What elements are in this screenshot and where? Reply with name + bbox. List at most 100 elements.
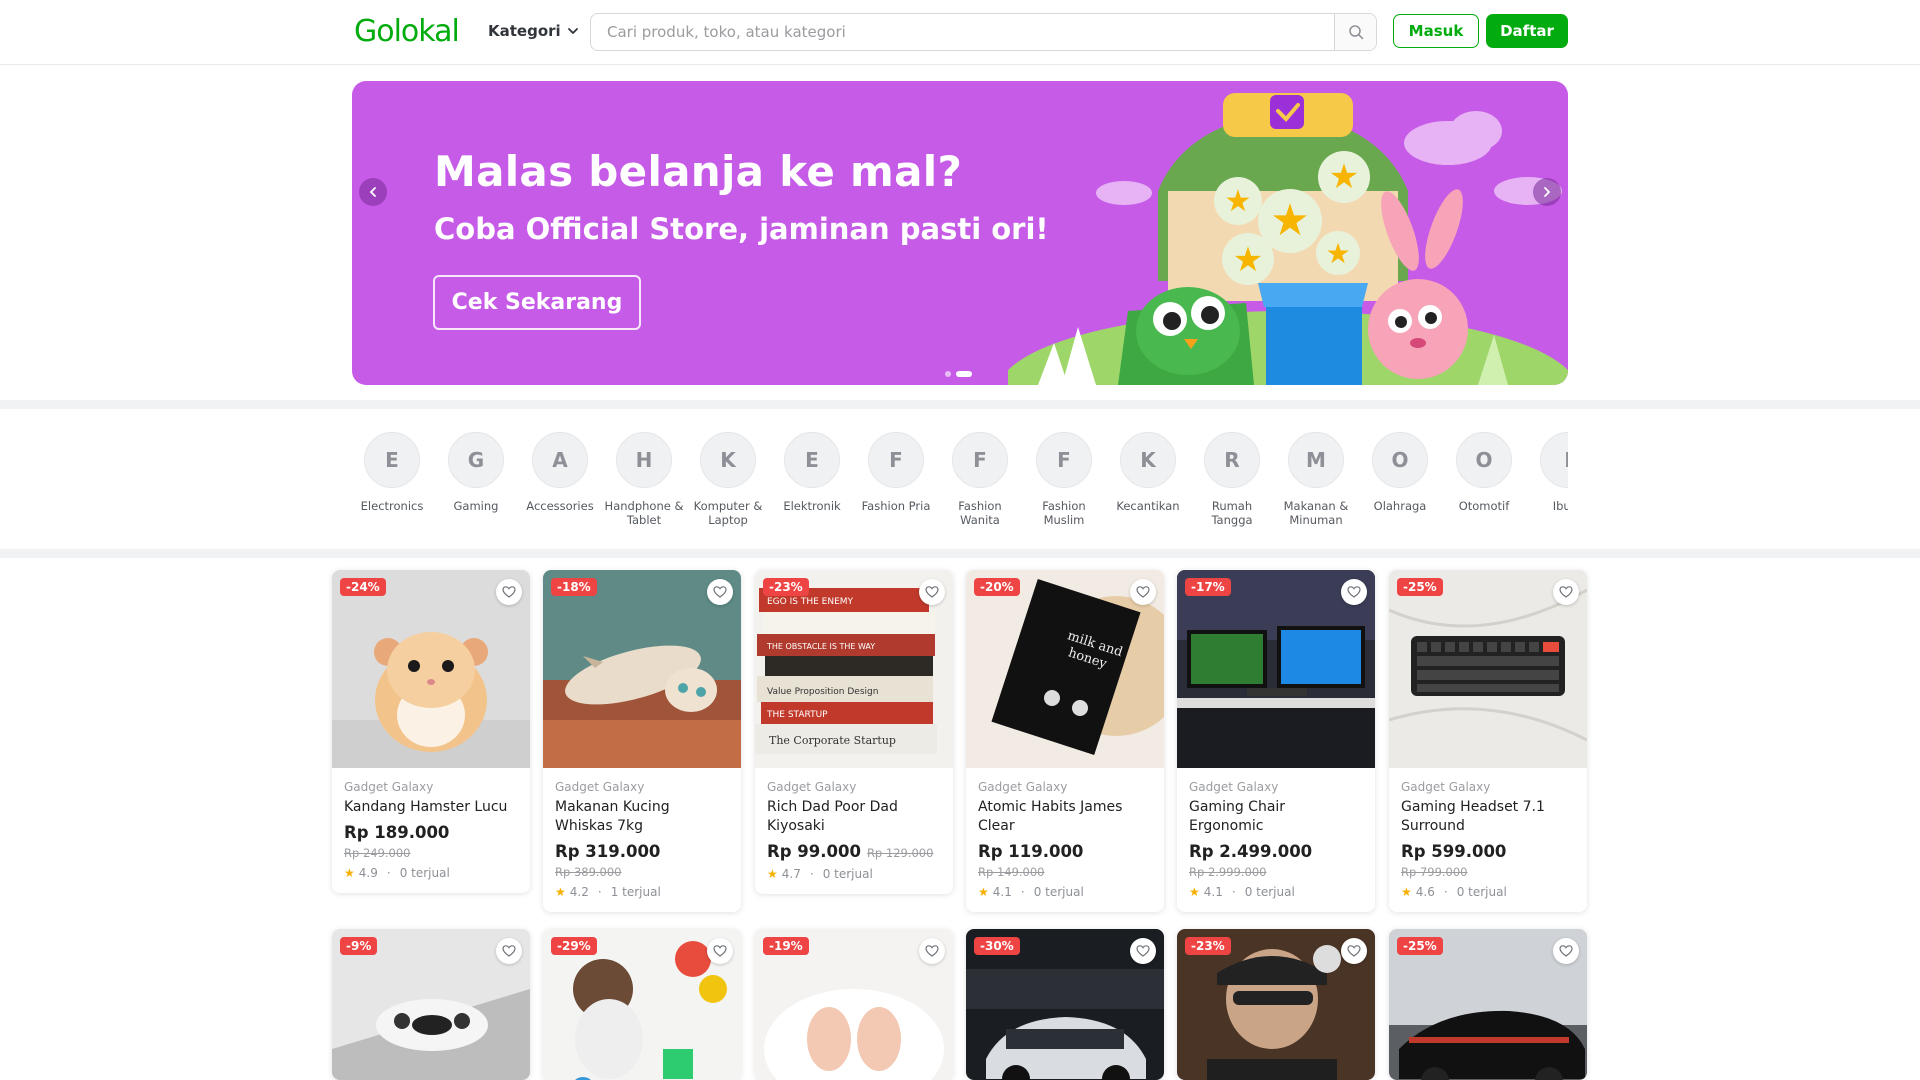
product-name[interactable]: Atomic Habits James Clear (978, 798, 1152, 836)
promo-banner[interactable]: ★ ★ ★ ★ ★ Malas belanja ke mal? Coba Off… (352, 81, 1568, 385)
category-item[interactable]: F Fashion Muslim (1022, 432, 1106, 527)
wishlist-button[interactable] (496, 938, 522, 964)
product-card[interactable]: -29% (543, 929, 741, 1080)
product-card[interactable]: -30% (966, 929, 1164, 1080)
separator-dot: · (1231, 885, 1236, 899)
wishlist-button[interactable] (707, 579, 733, 605)
product-card[interactable]: -18% Gadget Galaxy Makanan Kucing Whiskas … (543, 570, 741, 912)
category-item[interactable]: A Accessories (518, 432, 602, 513)
heart-icon (925, 586, 939, 598)
banner-next-button[interactable] (1533, 178, 1561, 206)
star-icon: ★ (1189, 885, 1200, 899)
product-image[interactable]: -29% (543, 929, 741, 1080)
product-card[interactable]: EGO IS THE ENEMY THE OBSTACLE IS THE WAY V… (755, 570, 953, 894)
shop-name[interactable]: Gadget Galaxy (555, 780, 729, 794)
search-input[interactable] (591, 14, 1334, 50)
site-logo[interactable]: Golokal (354, 14, 460, 49)
banner-dot-active[interactable] (956, 371, 972, 377)
category-label: Olahraga (1373, 499, 1427, 513)
chevron-left-icon (369, 187, 376, 197)
wishlist-button[interactable] (1130, 938, 1156, 964)
separator-dot: · (1020, 885, 1025, 899)
product-image[interactable]: -19% (755, 929, 953, 1080)
wishlist-button[interactable] (919, 579, 945, 605)
category-item[interactable]: F Fashion Wanita (938, 432, 1022, 527)
product-image[interactable]: -30% (966, 929, 1164, 1080)
product-card[interactable]: -17% Gadget Galaxy Gaming Chair Ergonomic R… (1177, 570, 1375, 912)
svg-text:★: ★ (1325, 237, 1350, 270)
wishlist-button[interactable] (1130, 579, 1156, 605)
login-button[interactable]: Masuk (1393, 14, 1479, 48)
category-item[interactable]: O Otomotif (1442, 432, 1526, 513)
shop-name[interactable]: Gadget Galaxy (767, 780, 941, 794)
category-item[interactable]: H Handphone & Tablet (602, 432, 686, 527)
heart-icon (713, 586, 727, 598)
product-card[interactable]: -23% (1177, 929, 1375, 1080)
sold-count: 0 terjual (1456, 885, 1507, 899)
search-button[interactable] (1334, 14, 1376, 50)
banner-dot[interactable] (945, 371, 951, 377)
star-icon: ★ (978, 885, 989, 899)
banner-title: Malas belanja ke mal? (434, 147, 963, 196)
wishlist-button[interactable] (919, 938, 945, 964)
product-card[interactable]: -24% Gadget Galaxy Kandang Hamster Lucu Rp … (332, 570, 530, 893)
discount-badge: -30% (974, 937, 1020, 955)
heart-icon (1136, 945, 1150, 957)
rating-value: 4.2 (569, 885, 589, 899)
kategori-label: Kategori (488, 22, 561, 40)
wishlist-button[interactable] (1553, 579, 1579, 605)
wishlist-button[interactable] (707, 938, 733, 964)
category-item[interactable]: F Fashion Pria (854, 432, 938, 513)
product-image[interactable]: milk and honey -20% (966, 570, 1164, 768)
wishlist-button[interactable] (1341, 579, 1367, 605)
separator-dot: · (809, 867, 814, 881)
product-card[interactable]: -25% (1389, 929, 1587, 1080)
product-card[interactable]: -25% Gadget Galaxy Gaming Headset 7.1 Surr… (1389, 570, 1587, 912)
product-image[interactable]: -25% (1389, 570, 1587, 768)
category-label: Kecantikan (1116, 499, 1180, 513)
product-card[interactable]: -19% (755, 929, 953, 1080)
category-item[interactable]: G Gaming (434, 432, 518, 513)
product-image[interactable]: -25% (1389, 929, 1587, 1080)
rating-value: 4.9 (358, 866, 378, 880)
shop-name[interactable]: Gadget Galaxy (1401, 780, 1575, 794)
category-item[interactable]: O Olahraga (1358, 432, 1442, 513)
product-card[interactable]: milk and honey -20% Gadget Galaxy Atomic Hab… (966, 570, 1164, 912)
category-item[interactable]: E Electronics (352, 432, 434, 513)
wishlist-button[interactable] (496, 579, 522, 605)
shop-name[interactable]: Gadget Galaxy (1189, 780, 1363, 794)
banner-prev-button[interactable] (359, 178, 387, 206)
category-item[interactable]: E Elektronik (770, 432, 854, 513)
product-name[interactable]: Rich Dad Poor Dad Kiyosaki (767, 798, 941, 836)
category-label: Accessories (526, 499, 594, 513)
category-item[interactable]: M Makanan & Minuman (1274, 432, 1358, 527)
product-name[interactable]: Makanan Kucing Whiskas 7kg (555, 798, 729, 836)
shop-name[interactable]: Gadget Galaxy (344, 780, 518, 794)
sold-count: 1 terjual (610, 885, 661, 899)
rating-value: 4.1 (992, 885, 1012, 899)
wishlist-button[interactable] (1553, 938, 1579, 964)
sold-count: 0 terjual (1033, 885, 1084, 899)
category-item[interactable]: K Kecantikan (1106, 432, 1190, 513)
product-image[interactable]: -18% (543, 570, 741, 768)
product-image[interactable]: -24% (332, 570, 530, 768)
shop-name[interactable]: Gadget Galaxy (978, 780, 1152, 794)
kategori-dropdown[interactable]: Kategori (488, 22, 579, 40)
product-name[interactable]: Gaming Chair Ergonomic (1189, 798, 1363, 836)
product-image[interactable]: -23% (1177, 929, 1375, 1080)
banner-cta-button[interactable]: Cek Sekarang (433, 275, 641, 330)
product-image[interactable]: EGO IS THE ENEMY THE OBSTACLE IS THE WAY V… (755, 570, 953, 768)
product-image[interactable]: -9% (332, 929, 530, 1080)
category-item[interactable]: K Komputer & Laptop (686, 432, 770, 527)
svg-text:★: ★ (1270, 195, 1309, 246)
wishlist-button[interactable] (1341, 938, 1367, 964)
product-image[interactable]: -17% (1177, 570, 1375, 768)
svg-text:THE STARTUP: THE STARTUP (766, 710, 828, 720)
register-button[interactable]: Daftar (1486, 14, 1568, 48)
original-price: Rp 2.999.000 (1189, 865, 1267, 879)
product-card[interactable]: -9% (332, 929, 530, 1080)
category-item[interactable]: I Ibu & (1526, 432, 1568, 513)
product-name[interactable]: Kandang Hamster Lucu (344, 798, 518, 817)
category-item[interactable]: R Rumah Tangga (1190, 432, 1274, 527)
product-name[interactable]: Gaming Headset 7.1 Surround (1401, 798, 1575, 836)
